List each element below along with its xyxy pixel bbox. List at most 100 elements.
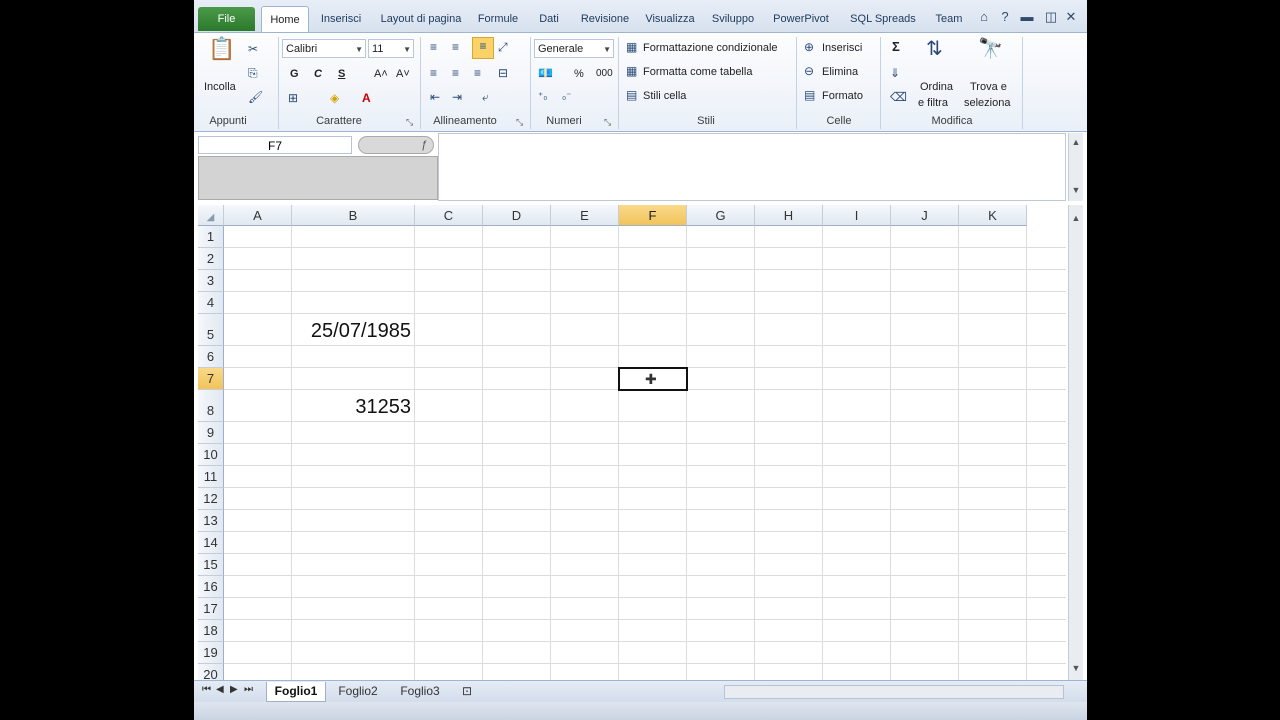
row-header-11[interactable]: 11 [198, 466, 224, 488]
column-header-f[interactable]: F [619, 205, 687, 226]
row-header-13[interactable]: 13 [198, 510, 224, 532]
align-left-icon[interactable]: ≡ [430, 65, 437, 81]
merge-center-icon[interactable]: ⊟ [498, 65, 508, 81]
row-header-6[interactable]: 6 [198, 346, 224, 368]
tab-sviluppo[interactable]: Sviluppo [704, 8, 762, 30]
horizontal-scrollbar[interactable] [724, 685, 1064, 699]
sheet-tab-foglio1[interactable]: Foglio1 [266, 682, 326, 702]
align-top-icon[interactable]: ≡ [430, 39, 437, 55]
arrow-down-icon[interactable]: ▼ [1069, 185, 1083, 195]
row-header-15[interactable]: 15 [198, 554, 224, 576]
thousands-button[interactable]: 000 [596, 66, 613, 82]
format-cells-button[interactable]: Formato [822, 88, 863, 104]
next-sheet-icon[interactable]: ▶ [230, 684, 238, 695]
vertical-scrollbar[interactable]: ▲ ▼ [1068, 205, 1083, 680]
row-header-5[interactable]: 5 [198, 314, 224, 346]
fill-icon[interactable]: ⇓ [890, 65, 900, 81]
column-header-d[interactable]: D [483, 205, 551, 226]
tab-inserisci[interactable]: Inserisci [312, 8, 370, 30]
row-header-7[interactable]: 7 [198, 368, 224, 390]
last-sheet-icon[interactable]: ⏭ [244, 684, 253, 695]
align-right-icon[interactable]: ≡ [474, 65, 481, 81]
font-color-icon[interactable]: A [362, 90, 371, 106]
wrap-text-icon[interactable]: ⤶ [482, 89, 489, 105]
copy-icon[interactable]: ⎘ [248, 65, 258, 81]
spreadsheet-grid[interactable]: A B C D E F G H I J K ◢ 1 2 3 4 5 6 7 8 9 10 11 12 13 14 15 16 17 18 1… [198, 205, 1066, 680]
tab-visualizza[interactable]: Visualizza [640, 8, 700, 30]
arrow-up-icon[interactable]: ▲ [1069, 137, 1083, 147]
percent-button[interactable]: % [574, 66, 584, 82]
number-format-combo[interactable]: Generale ▼ [534, 39, 614, 58]
decrease-decimal-icon[interactable]: ₀⁻ [562, 89, 571, 105]
dialog-launcher-icon[interactable]: ⤡ [516, 117, 523, 128]
increase-indent-icon[interactable]: ⇥ [452, 89, 462, 105]
tab-revisione[interactable]: Revisione [574, 8, 636, 30]
arrow-down-icon[interactable]: ▼ [1069, 663, 1083, 673]
decrease-indent-icon[interactable]: ⇤ [430, 89, 440, 105]
dialog-launcher-icon[interactable]: ⤡ [406, 117, 413, 128]
find-select-label2[interactable]: seleziona [964, 95, 1010, 111]
cut-icon[interactable]: ✂ [248, 41, 258, 57]
first-sheet-icon[interactable]: ⏮ [202, 684, 211, 695]
grow-font-button[interactable]: A˄ [374, 66, 388, 82]
tab-layout[interactable]: Layout di pagina [374, 8, 468, 30]
column-header-k[interactable]: K [959, 205, 1027, 226]
fill-color-icon[interactable]: ◈ [330, 90, 339, 106]
tab-formule[interactable]: Formule [472, 8, 524, 30]
align-center-icon[interactable]: ≡ [452, 65, 459, 81]
row-header-17[interactable]: 17 [198, 598, 224, 620]
column-header-a[interactable]: A [224, 205, 292, 226]
insert-cells-button[interactable]: Inserisci [822, 40, 862, 56]
currency-icon[interactable]: 💶 [538, 65, 553, 81]
row-header-1[interactable]: 1 [198, 226, 224, 248]
arrow-up-icon[interactable]: ▲ [1069, 213, 1083, 223]
paste-icon[interactable]: 📋 [208, 38, 235, 60]
paste-button[interactable]: Incolla [204, 79, 236, 95]
conditional-format-button[interactable]: Formattazione condizionale [643, 40, 778, 56]
column-header-j[interactable]: J [891, 205, 959, 226]
borders-icon[interactable]: ⊞ [288, 90, 298, 106]
sheet-tab-foglio2[interactable]: Foglio2 [330, 682, 386, 701]
column-header-h[interactable]: H [755, 205, 823, 226]
close-icon[interactable]: ✕ [1062, 8, 1080, 26]
select-all-corner[interactable]: ◢ [198, 205, 224, 226]
row-header-9[interactable]: 9 [198, 422, 224, 444]
cell-b5[interactable]: 25/07/1985 [292, 320, 411, 343]
orientation-icon[interactable]: ⤢ [498, 39, 508, 55]
font-size-combo[interactable]: 11 ▼ [368, 39, 414, 58]
sort-filter-label1[interactable]: Ordina [920, 79, 953, 95]
row-header-16[interactable]: 16 [198, 576, 224, 598]
help-icon[interactable]: ? [996, 8, 1014, 26]
row-header-20[interactable]: 20 [198, 664, 224, 680]
name-box[interactable]: F7 [198, 136, 352, 154]
font-name-combo[interactable]: Calibri ▼ [282, 39, 366, 58]
row-header-10[interactable]: 10 [198, 444, 224, 466]
row-header-12[interactable]: 12 [198, 488, 224, 510]
format-painter-icon[interactable]: 🖌 [248, 89, 263, 105]
tab-powerpivot[interactable]: PowerPivot [766, 8, 836, 30]
column-header-e[interactable]: E [551, 205, 619, 226]
find-select-label1[interactable]: Trova e [970, 79, 1007, 95]
insert-function-button[interactable]: ƒ [358, 136, 434, 154]
tab-home[interactable]: Home [261, 6, 309, 34]
row-header-4[interactable]: 4 [198, 292, 224, 314]
row-header-14[interactable]: 14 [198, 532, 224, 554]
tab-file[interactable]: File [198, 7, 255, 31]
binoculars-icon[interactable]: 🔭 [978, 39, 1003, 59]
column-header-g[interactable]: G [687, 205, 755, 226]
row-header-2[interactable]: 2 [198, 248, 224, 270]
underline-button[interactable]: S [338, 66, 345, 82]
row-header-3[interactable]: 3 [198, 270, 224, 292]
tab-sql-spreads[interactable]: SQL Spreads [842, 8, 924, 30]
formula-bar[interactable] [438, 133, 1066, 201]
collapse-ribbon-icon[interactable]: ⌂ [975, 8, 993, 26]
row-header-8[interactable]: 8 [198, 390, 224, 422]
delete-cells-button[interactable]: Elimina [822, 64, 858, 80]
format-table-button[interactable]: Formatta come tabella [643, 64, 752, 80]
column-header-i[interactable]: I [823, 205, 891, 226]
column-header-c[interactable]: C [415, 205, 483, 226]
italic-button[interactable]: C [314, 66, 322, 82]
column-header-b[interactable]: B [292, 205, 415, 226]
sort-filter-icon[interactable]: ⇅ [926, 39, 943, 59]
increase-decimal-icon[interactable]: ⁺₀ [538, 89, 547, 105]
